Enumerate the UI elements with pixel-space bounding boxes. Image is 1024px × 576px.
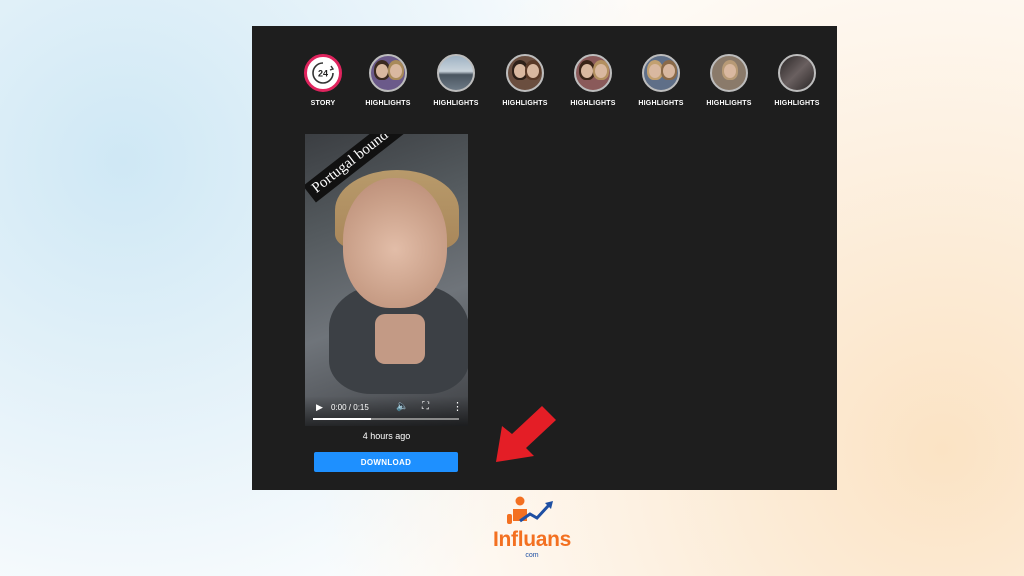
download-button[interactable]: DOWNLOAD bbox=[314, 452, 458, 472]
video-frame-neck bbox=[375, 314, 425, 364]
highlight-label: HIGHLIGHTS bbox=[570, 100, 616, 107]
story-video-player[interactable]: Portugal bound ! ▶ 0:00 / 0:15 🔈 ⛶ ⋮ bbox=[305, 134, 468, 426]
volume-icon[interactable]: 🔈 bbox=[396, 401, 408, 412]
influans-wordmark: Influans bbox=[492, 528, 572, 551]
video-progress-fill bbox=[313, 418, 372, 420]
post-time-ago: 4 hours ago bbox=[362, 431, 411, 441]
highlight-item[interactable]: HIGHLIGHTS bbox=[490, 54, 560, 107]
play-icon[interactable]: ▶ bbox=[316, 402, 323, 413]
highlight-item[interactable]: HIGHLIGHTS bbox=[694, 54, 764, 107]
red-arrow-icon bbox=[496, 406, 556, 462]
video-frame-face bbox=[343, 178, 447, 308]
highlight-item[interactable]: HIGHLIGHTS bbox=[558, 54, 628, 107]
influans-logo: Influans com bbox=[482, 494, 592, 564]
more-options-icon[interactable]: ⋮ bbox=[452, 400, 463, 413]
highlight-label: HIGHLIGHTS bbox=[433, 100, 479, 107]
story-badge: 24 bbox=[318, 69, 328, 79]
story-24h-icon: 24 bbox=[304, 54, 342, 92]
highlight-item[interactable]: HIGHLIGHTS bbox=[626, 54, 696, 107]
influans-logo-icon bbox=[507, 496, 553, 524]
highlight-thumbnail bbox=[642, 54, 680, 92]
story-label: STORY bbox=[310, 100, 336, 107]
fullscreen-icon[interactable]: ⛶ bbox=[422, 401, 429, 412]
highlight-thumbnail bbox=[506, 54, 544, 92]
highlight-item[interactable]: HIGHLIGHTS bbox=[353, 54, 423, 107]
stories-bar: 24 STORY HIGHLIGHTS HIGHLIGHTS HIGHLIGHT… bbox=[252, 54, 837, 114]
video-progress-track[interactable] bbox=[313, 418, 459, 420]
highlight-label: HIGHLIGHTS bbox=[502, 100, 548, 107]
influans-domain: com bbox=[525, 552, 539, 559]
highlight-thumbnail bbox=[369, 54, 407, 92]
highlight-label: HIGHLIGHTS bbox=[365, 100, 411, 107]
highlight-thumbnail bbox=[778, 54, 816, 92]
highlight-thumbnail bbox=[710, 54, 748, 92]
highlight-item[interactable]: HIGHLIGHTS bbox=[421, 54, 491, 107]
highlight-label: HIGHLIGHTS bbox=[774, 100, 820, 107]
video-controls: ▶ 0:00 / 0:15 🔈 ⛶ ⋮ bbox=[305, 396, 468, 426]
video-time: 0:00 / 0:15 bbox=[331, 403, 369, 412]
highlight-item[interactable]: HIGHLIGHTS bbox=[762, 54, 832, 107]
highlight-thumbnail bbox=[574, 54, 612, 92]
highlight-thumbnail bbox=[437, 54, 475, 92]
highlight-label: HIGHLIGHTS bbox=[706, 100, 752, 107]
highlight-label: HIGHLIGHTS bbox=[638, 100, 684, 107]
story-item-current[interactable]: 24 STORY bbox=[288, 54, 358, 107]
